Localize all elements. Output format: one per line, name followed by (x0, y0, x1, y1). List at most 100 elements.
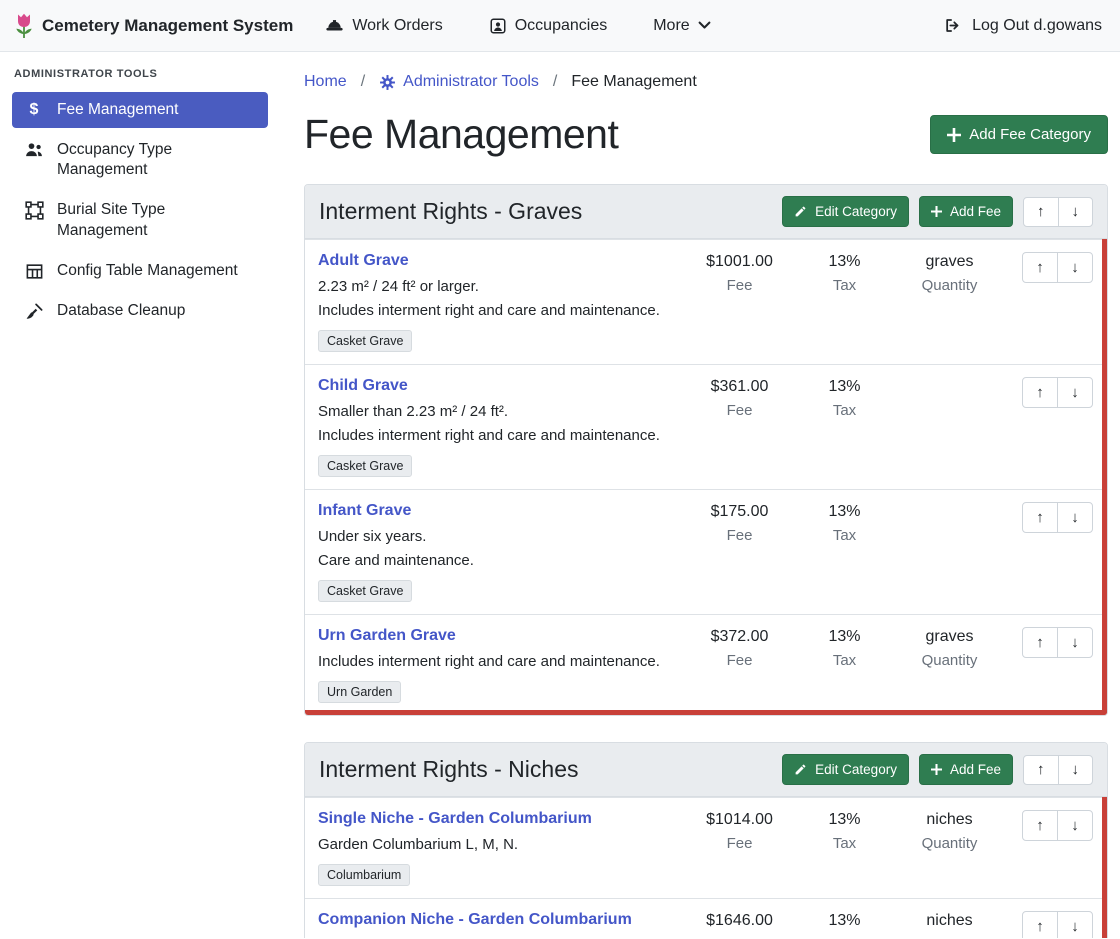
fee-amount-label: Fee (682, 835, 797, 852)
vertical-scrollbar[interactable] (1102, 797, 1107, 938)
nav-work-orders[interactable]: Work Orders (325, 17, 442, 35)
fee-description-line: Garden Columbarium L, M, N. (318, 937, 682, 938)
quantity-unit: graves (892, 628, 1007, 646)
fee-amount-column: $361.00 Fee (682, 377, 797, 419)
main-content: Home / Administrator Tools / Fee Managem… (280, 52, 1120, 938)
tax-column: 13% Tax (797, 377, 892, 419)
people-icon (24, 141, 44, 158)
chevron-down-icon (698, 21, 711, 30)
fee-description-line: Includes interment right and care and ma… (318, 302, 682, 319)
nav-more[interactable]: More (653, 17, 710, 35)
move-fee-down-button[interactable]: ↓ (1057, 627, 1093, 658)
move-fee-up-button[interactable]: ↑ (1022, 502, 1058, 533)
tax-value: 13% (797, 378, 892, 396)
plus-icon (931, 764, 942, 775)
quantity-column (892, 377, 1007, 378)
occupant-badge-icon (489, 17, 507, 35)
fee-reorder-buttons: ↑ ↓ (1022, 810, 1093, 841)
sidebar-item-label: Burial Site Type Management (57, 200, 256, 240)
tax-label: Tax (797, 652, 892, 669)
add-fee-label: Add Fee (950, 762, 1001, 777)
fee-amount: $372.00 (682, 628, 797, 646)
plus-icon (931, 206, 942, 217)
nav-occupancies[interactable]: Occupancies (489, 17, 608, 35)
move-fee-up-button[interactable]: ↑ (1022, 810, 1058, 841)
fee-name-link[interactable]: Urn Garden Grave (318, 627, 456, 645)
fee-type-badge: Casket Grave (318, 330, 412, 352)
quantity-label: Quantity (892, 652, 1007, 669)
edit-category-button[interactable]: Edit Category (782, 754, 909, 785)
fee-name-link[interactable]: Single Niche - Garden Columbarium (318, 810, 592, 828)
pencil-icon (794, 763, 807, 776)
vector-square-icon (24, 201, 44, 220)
sidebar-item-burial-site-type[interactable]: Burial Site Type Management (12, 192, 268, 248)
fee-amount-label: Fee (682, 402, 797, 419)
edit-category-button[interactable]: Edit Category (782, 196, 909, 227)
fee-amount-column: $1646.00 Fee (682, 911, 797, 938)
move-fee-down-button[interactable]: ↓ (1057, 377, 1093, 408)
move-category-up-button[interactable]: ↑ (1023, 755, 1059, 785)
broom-icon (24, 302, 44, 321)
fee-name-link[interactable]: Infant Grave (318, 502, 411, 520)
fee-reorder-buttons: ↑ ↓ (1022, 502, 1093, 533)
fee-name-link[interactable]: Companion Niche - Garden Columbarium (318, 911, 632, 929)
logout-link[interactable]: Log Out d.gowans (944, 17, 1102, 35)
category-reorder-buttons: ↑ ↓ (1023, 755, 1093, 785)
sidebar-item-fee-management[interactable]: $ Fee Management (12, 92, 268, 128)
sidebar-item-label: Fee Management (57, 100, 179, 120)
breadcrumb-current: Fee Management (571, 73, 696, 91)
tulip-logo-icon (14, 12, 34, 39)
quantity-column (892, 502, 1007, 503)
sidebar-item-label: Occupancy Type Management (57, 140, 256, 180)
move-category-down-button[interactable]: ↓ (1058, 755, 1094, 785)
nav-work-orders-label: Work Orders (352, 17, 442, 35)
move-category-up-button[interactable]: ↑ (1023, 197, 1059, 227)
vertical-scrollbar[interactable] (1102, 239, 1107, 715)
fee-row: Adult Grave 2.23 m² / 24 ft² or larger. … (305, 239, 1107, 364)
quantity-column: graves Quantity (892, 252, 1007, 294)
move-fee-down-button[interactable]: ↓ (1057, 810, 1093, 841)
move-fee-up-button[interactable]: ↑ (1022, 627, 1058, 658)
fee-amount-column: $1014.00 Fee (682, 810, 797, 852)
fee-description-line: Smaller than 2.23 m² / 24 ft². (318, 403, 682, 420)
edit-category-label: Edit Category (815, 204, 897, 219)
fee-name-link[interactable]: Child Grave (318, 377, 408, 395)
logout-label: Log Out d.gowans (972, 17, 1102, 35)
fee-amount-label: Fee (682, 936, 797, 938)
fee-reorder-buttons: ↑ ↓ (1022, 252, 1093, 283)
sidebar-item-config-table[interactable]: Config Table Management (12, 253, 268, 289)
fee-amount: $1014.00 (682, 811, 797, 829)
breadcrumb-home-link[interactable]: Home (304, 73, 347, 91)
fee-type-badge: Columbarium (318, 864, 410, 886)
add-fee-button[interactable]: Add Fee (919, 754, 1013, 785)
fee-description-line: Under six years. (318, 528, 682, 545)
move-fee-down-button[interactable]: ↓ (1057, 911, 1093, 938)
top-navbar: Cemetery Management System Work Orders O… (0, 0, 1120, 52)
fee-amount: $1646.00 (682, 912, 797, 930)
move-fee-up-button[interactable]: ↑ (1022, 252, 1058, 283)
fee-amount: $361.00 (682, 378, 797, 396)
move-fee-up-button[interactable]: ↑ (1022, 377, 1058, 408)
plus-icon (947, 128, 961, 142)
tax-column: 13% Tax (797, 810, 892, 852)
fee-row: Child Grave Smaller than 2.23 m² / 24 ft… (305, 364, 1107, 489)
move-fee-up-button[interactable]: ↑ (1022, 911, 1058, 938)
fee-amount-label: Fee (682, 652, 797, 669)
add-fee-button[interactable]: Add Fee (919, 196, 1013, 227)
sidebar-item-database-cleanup[interactable]: Database Cleanup (12, 293, 268, 329)
breadcrumb-admin-tools-link[interactable]: Administrator Tools (379, 73, 539, 91)
fee-name-link[interactable]: Adult Grave (318, 252, 409, 270)
fee-type-badge: Urn Garden (318, 681, 401, 703)
move-category-down-button[interactable]: ↓ (1058, 197, 1094, 227)
fee-type-badge: Casket Grave (318, 455, 412, 477)
add-fee-category-button[interactable]: Add Fee Category (930, 115, 1108, 154)
gear-icon (379, 74, 396, 91)
fee-description-line: Includes interment right and care and ma… (318, 653, 682, 670)
move-fee-down-button[interactable]: ↓ (1057, 502, 1093, 533)
app-brand[interactable]: Cemetery Management System (14, 12, 293, 39)
fee-info: Child Grave Smaller than 2.23 m² / 24 ft… (318, 377, 682, 477)
move-fee-down-button[interactable]: ↓ (1057, 252, 1093, 283)
add-fee-category-label: Add Fee Category (969, 126, 1091, 143)
horizontal-scrollbar[interactable] (305, 710, 1107, 715)
sidebar-item-occupancy-type[interactable]: Occupancy Type Management (12, 132, 268, 188)
